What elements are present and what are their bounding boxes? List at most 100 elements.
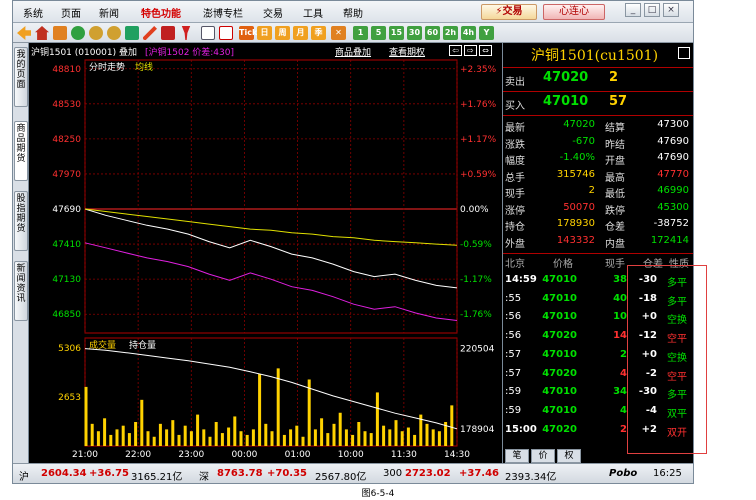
- arrow-left-icon[interactable]: ⇦: [449, 45, 462, 56]
- y-tick-label: 47690: [52, 205, 81, 215]
- y-tick-label-percent: +1.17%: [460, 135, 497, 145]
- month-period-button[interactable]: 月: [293, 26, 308, 40]
- tick-qty: 2: [620, 348, 627, 360]
- overlay-label: [沪铜1502 价差:430]: [145, 48, 234, 58]
- divider: [503, 253, 693, 254]
- y-tick-label-percent: -0.59%: [460, 240, 492, 250]
- highlight-box: [627, 265, 707, 454]
- x-tick-label: 10:00: [338, 450, 364, 460]
- quote-value: 47300: [657, 119, 689, 130]
- delete-icon[interactable]: [161, 26, 175, 40]
- menu-trade[interactable]: 交易: [263, 5, 283, 20]
- menu-help[interactable]: 帮助: [343, 5, 363, 20]
- arrow-expand-icon[interactable]: ⇔: [479, 45, 492, 56]
- pen-icon[interactable]: [143, 26, 157, 40]
- zoom-out-icon[interactable]: [107, 26, 121, 40]
- side-tab-index-futures[interactable]: 股指期货: [14, 191, 28, 251]
- day-period-button[interactable]: 日: [257, 26, 272, 40]
- minimize-icon[interactable]: _: [625, 3, 641, 17]
- ticker-item: 沪: [19, 472, 29, 483]
- tick-time: :56: [505, 330, 522, 342]
- menu-special-features[interactable]: 特色功能: [141, 5, 181, 20]
- quote-value: 50070: [563, 201, 595, 213]
- close-icon[interactable]: ×: [663, 3, 679, 17]
- week-period-button[interactable]: 周: [275, 26, 290, 40]
- quote-value: 172414: [650, 234, 689, 246]
- tick-period-button[interactable]: Tick: [239, 26, 257, 40]
- tick-qty: 4: [620, 404, 627, 416]
- view-options-link[interactable]: 查看期权: [389, 45, 425, 58]
- back-icon[interactable]: [17, 26, 31, 40]
- y-tick-label-percent: +0.59%: [460, 170, 497, 180]
- zoom-in-icon[interactable]: [89, 26, 103, 40]
- book-icon[interactable]: [53, 26, 67, 40]
- menu-system[interactable]: 系统: [23, 5, 43, 20]
- arrow-right-icon[interactable]: ⇨: [464, 45, 477, 56]
- y-tick-label: 47410: [52, 240, 81, 250]
- tab-rights[interactable]: 权: [557, 449, 581, 463]
- season-period-button[interactable]: 季: [311, 26, 326, 40]
- trend-chart-icon[interactable]: [219, 26, 233, 40]
- tick-time: 14:59: [505, 274, 537, 285]
- quote-value: 315746: [556, 168, 595, 180]
- menu-tools[interactable]: 工具: [303, 5, 323, 20]
- tick-qty: 4: [620, 367, 627, 379]
- period-15-button[interactable]: 15: [389, 26, 404, 40]
- pin-icon[interactable]: [181, 26, 191, 40]
- quote-title-bar: 沪铜1501(cu1501): [503, 43, 693, 65]
- ticker-item: 3165.21亿: [131, 472, 183, 483]
- quote-label: 最新: [505, 123, 525, 134]
- period-4h-button[interactable]: 4h: [461, 26, 476, 40]
- quote-value: -670: [572, 135, 595, 147]
- maximize-icon[interactable]: □: [644, 3, 660, 17]
- table-icon[interactable]: [201, 26, 215, 40]
- cross-icon[interactable]: ✕: [331, 26, 346, 40]
- intraday-chart[interactable]: 48810 +2.35% 48530 +1.76% 48250 +1.17% 47970 +0…: [29, 58, 501, 463]
- x-tick-label: 14:30: [444, 450, 470, 460]
- menu-news[interactable]: 新闻: [99, 5, 119, 20]
- y-tick-label: 48530: [52, 100, 81, 110]
- quote-label: 昨结: [605, 139, 625, 151]
- y-tick-label-percent: -1.17%: [460, 275, 492, 285]
- xinlian-button[interactable]: 心连心: [543, 4, 605, 20]
- status-bar: 沪 2604.34 +36.75 3165.21亿 深 8763.78 +70.35 2567…: [13, 463, 693, 483]
- side-tab-my-page[interactable]: 我的页面: [14, 47, 28, 107]
- y-tick-label: 48250: [52, 135, 81, 145]
- sell-price: 47020: [543, 70, 589, 85]
- series-line-1: [84, 208, 458, 246]
- menu-pobo-column[interactable]: 澎博专栏: [203, 5, 243, 20]
- period-60-button[interactable]: 60: [425, 26, 440, 40]
- figure-caption: 图6-5-4: [361, 489, 395, 499]
- quote-label: 幅度: [505, 156, 525, 167]
- tick-qty: 14: [613, 330, 627, 342]
- tab-ticks[interactable]: 笔: [505, 449, 529, 463]
- tick-qty: 10: [613, 311, 627, 323]
- side-tab-news[interactable]: 新闻资讯: [14, 261, 28, 321]
- x-tick-label: 00:00: [231, 450, 257, 460]
- tick-time: :59: [505, 386, 522, 398]
- ticker-item: +70.35: [267, 468, 308, 479]
- quote-value: -1.40%: [559, 152, 595, 163]
- period-30-button[interactable]: 30: [407, 26, 422, 40]
- home-icon[interactable]: [35, 26, 49, 40]
- quote-value: 47770: [657, 168, 689, 180]
- flag-icon[interactable]: [125, 26, 139, 40]
- period-5-button[interactable]: 5: [371, 26, 386, 40]
- side-tab-commodity-futures[interactable]: 商品期货: [14, 121, 28, 181]
- tick-time: 15:00: [505, 423, 537, 435]
- commodity-overlay-link[interactable]: 商品叠加: [335, 45, 371, 58]
- x-tick-label: 23:00: [178, 450, 204, 460]
- period-1-button[interactable]: 1: [353, 26, 368, 40]
- tab-price[interactable]: 价: [531, 449, 555, 463]
- period-2h-button[interactable]: 2h: [443, 26, 458, 40]
- ticker-item: 2567.80亿: [315, 472, 367, 483]
- y-tick-label-percent: +1.76%: [460, 100, 497, 110]
- panel-toggle-icon[interactable]: [678, 47, 690, 59]
- refresh-icon[interactable]: [71, 26, 85, 40]
- trade-button[interactable]: ⚡交易: [481, 4, 537, 20]
- tick-qty: 34: [613, 386, 627, 398]
- menu-page[interactable]: 页面: [61, 5, 81, 20]
- period-year-button[interactable]: Y: [479, 26, 494, 40]
- y-tick-label-percent: 0.00%: [460, 205, 489, 215]
- tick-price: 47010: [542, 292, 577, 304]
